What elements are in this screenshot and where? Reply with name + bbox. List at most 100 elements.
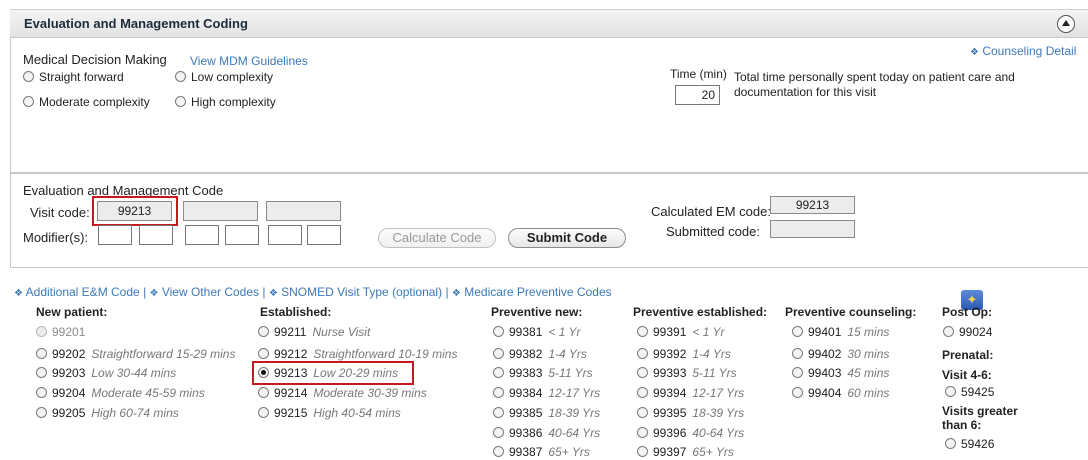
code-option-59426[interactable]: 59426 — [945, 437, 994, 451]
radio-icon[interactable] — [258, 348, 269, 359]
visit-code-field-2[interactable] — [183, 201, 258, 221]
code-option-99386[interactable]: 99386 40-64 Yrs — [493, 426, 600, 440]
view-mdm-guidelines-link[interactable]: View MDM Guidelines — [190, 54, 308, 68]
radio-icon[interactable] — [36, 326, 47, 337]
code-option-99382[interactable]: 99382 1-4 Yrs — [493, 347, 587, 361]
radio-icon[interactable] — [792, 348, 803, 359]
radio-icon[interactable] — [36, 387, 47, 398]
diamond-icon: ❖ — [970, 47, 979, 58]
radio-icon[interactable] — [637, 446, 648, 457]
collapse-icon[interactable] — [1057, 15, 1075, 33]
radio-icon[interactable] — [637, 367, 648, 378]
radio-icon[interactable] — [493, 407, 504, 418]
radio-icon[interactable] — [493, 326, 504, 337]
prenatal-header: Prenatal: — [942, 348, 994, 362]
mdm-option-straightforward[interactable]: Straight forward — [23, 70, 124, 84]
time-input[interactable]: 20 — [675, 85, 720, 105]
code-option-99202[interactable]: 99202 Straightforward 15-29 mins — [36, 347, 235, 361]
code-option-99391[interactable]: 99391 < 1 Yr — [637, 325, 725, 339]
modifier-field-3[interactable] — [185, 225, 219, 245]
code-option-99215[interactable]: 99215 High 40-54 mins — [258, 406, 401, 420]
radio-icon[interactable] — [792, 387, 803, 398]
code-option-99402[interactable]: 99402 30 mins — [792, 347, 889, 361]
radio-icon[interactable] — [637, 348, 648, 359]
radio-icon[interactable] — [493, 367, 504, 378]
code-option-99385[interactable]: 99385 18-39 Yrs — [493, 406, 600, 420]
code-option-99212[interactable]: 99212 Straightforward 10-19 mins — [258, 347, 457, 361]
code-option-99387[interactable]: 99387 65+ Yrs — [493, 445, 590, 459]
radio-icon[interactable] — [258, 326, 269, 337]
code-option-99024[interactable]: 99024 — [943, 325, 992, 339]
established-header: Established: — [260, 305, 332, 319]
radio-icon[interactable] — [493, 446, 504, 457]
code-option-99392[interactable]: 99392 1-4 Yrs — [637, 347, 731, 361]
code-option-99395[interactable]: 99395 18-39 Yrs — [637, 406, 744, 420]
radio-icon[interactable] — [258, 407, 269, 418]
code-option-99203[interactable]: 99203 Low 30-44 mins — [36, 366, 176, 380]
highlight-box — [92, 196, 178, 226]
modifier-label: Modifier(s): — [23, 230, 89, 245]
radio-icon[interactable] — [23, 96, 34, 107]
section-header: Evaluation and Management Coding — [10, 9, 1088, 38]
radio-icon[interactable] — [493, 427, 504, 438]
code-option-99394[interactable]: 99394 12-17 Yrs — [637, 386, 744, 400]
code-option-99214[interactable]: 99214 Moderate 30-39 mins — [258, 386, 427, 400]
additional-em-code-link[interactable]: Additional E&M Code — [26, 285, 140, 299]
radio-icon[interactable] — [637, 407, 648, 418]
visit-code-field-3[interactable] — [266, 201, 341, 221]
visit-code-label: Visit code: — [30, 205, 90, 220]
radio-icon[interactable] — [175, 96, 186, 107]
radio-icon[interactable] — [493, 387, 504, 398]
code-option-99205[interactable]: 99205 High 60-74 mins — [36, 406, 179, 420]
code-option-99211[interactable]: 99211 Nurse Visit — [258, 325, 370, 339]
radio-icon[interactable] — [258, 387, 269, 398]
mdm-option-moderate[interactable]: Moderate complexity — [23, 95, 150, 109]
radio-icon[interactable] — [637, 427, 648, 438]
radio-icon[interactable] — [23, 71, 34, 82]
code-option-99393[interactable]: 99393 5-11 Yrs — [637, 366, 737, 380]
radio-icon[interactable] — [637, 387, 648, 398]
code-option-99201[interactable]: 99201 — [36, 325, 85, 339]
code-option-99401[interactable]: 99401 15 mins — [792, 325, 889, 339]
radio-icon[interactable] — [943, 326, 954, 337]
code-option-99383[interactable]: 99383 5-11 Yrs — [493, 366, 593, 380]
radio-icon[interactable] — [175, 71, 186, 82]
modifier-field-4[interactable] — [225, 225, 259, 245]
medicare-preventive-codes-link[interactable]: Medicare Preventive Codes — [464, 285, 611, 299]
radio-icon[interactable] — [36, 367, 47, 378]
modifier-field-1[interactable] — [98, 225, 132, 245]
radio-icon[interactable] — [792, 367, 803, 378]
code-option-99381[interactable]: 99381 < 1 Yr — [493, 325, 581, 339]
code-option-99404[interactable]: 99404 60 mins — [792, 386, 889, 400]
code-option-99204[interactable]: 99204 Moderate 45-59 mins — [36, 386, 205, 400]
time-label: Time (min) — [670, 67, 727, 81]
radio-icon[interactable] — [637, 326, 648, 337]
mdm-option-high[interactable]: High complexity — [175, 95, 276, 109]
code-option-59425[interactable]: 59425 — [945, 385, 994, 399]
radio-icon[interactable] — [945, 438, 956, 449]
code-option-99397[interactable]: 99397 65+ Yrs — [637, 445, 734, 459]
preventive-counseling-header: Preventive counseling: — [785, 305, 917, 319]
modifier-field-6[interactable] — [307, 225, 341, 245]
post-op-header: Post Op: — [942, 305, 992, 319]
view-other-codes-link[interactable]: View Other Codes — [162, 285, 259, 299]
time-description-line1: Total time personally spent today on pat… — [734, 70, 1015, 84]
radio-icon[interactable] — [792, 326, 803, 337]
code-option-99403[interactable]: 99403 45 mins — [792, 366, 889, 380]
radio-icon[interactable] — [36, 348, 47, 359]
radio-icon[interactable] — [36, 407, 47, 418]
modifier-field-5[interactable] — [268, 225, 302, 245]
submitted-code-field — [770, 220, 855, 238]
radio-icon[interactable] — [945, 386, 956, 397]
new-patient-header: New patient: — [36, 305, 108, 319]
counseling-detail-link[interactable]: ❖ Counseling Detail — [970, 44, 1076, 58]
mdm-section — [10, 38, 1088, 173]
code-option-99396[interactable]: 99396 40-64 Yrs — [637, 426, 744, 440]
mdm-option-low[interactable]: Low complexity — [175, 70, 273, 84]
calculate-code-button[interactable]: Calculate Code — [378, 228, 496, 248]
modifier-field-2[interactable] — [139, 225, 173, 245]
code-option-99384[interactable]: 99384 12-17 Yrs — [493, 386, 600, 400]
radio-icon[interactable] — [493, 348, 504, 359]
snomed-visit-type-link[interactable]: SNOMED Visit Type (optional) — [281, 285, 442, 299]
submit-code-button[interactable]: Submit Code — [508, 228, 626, 248]
